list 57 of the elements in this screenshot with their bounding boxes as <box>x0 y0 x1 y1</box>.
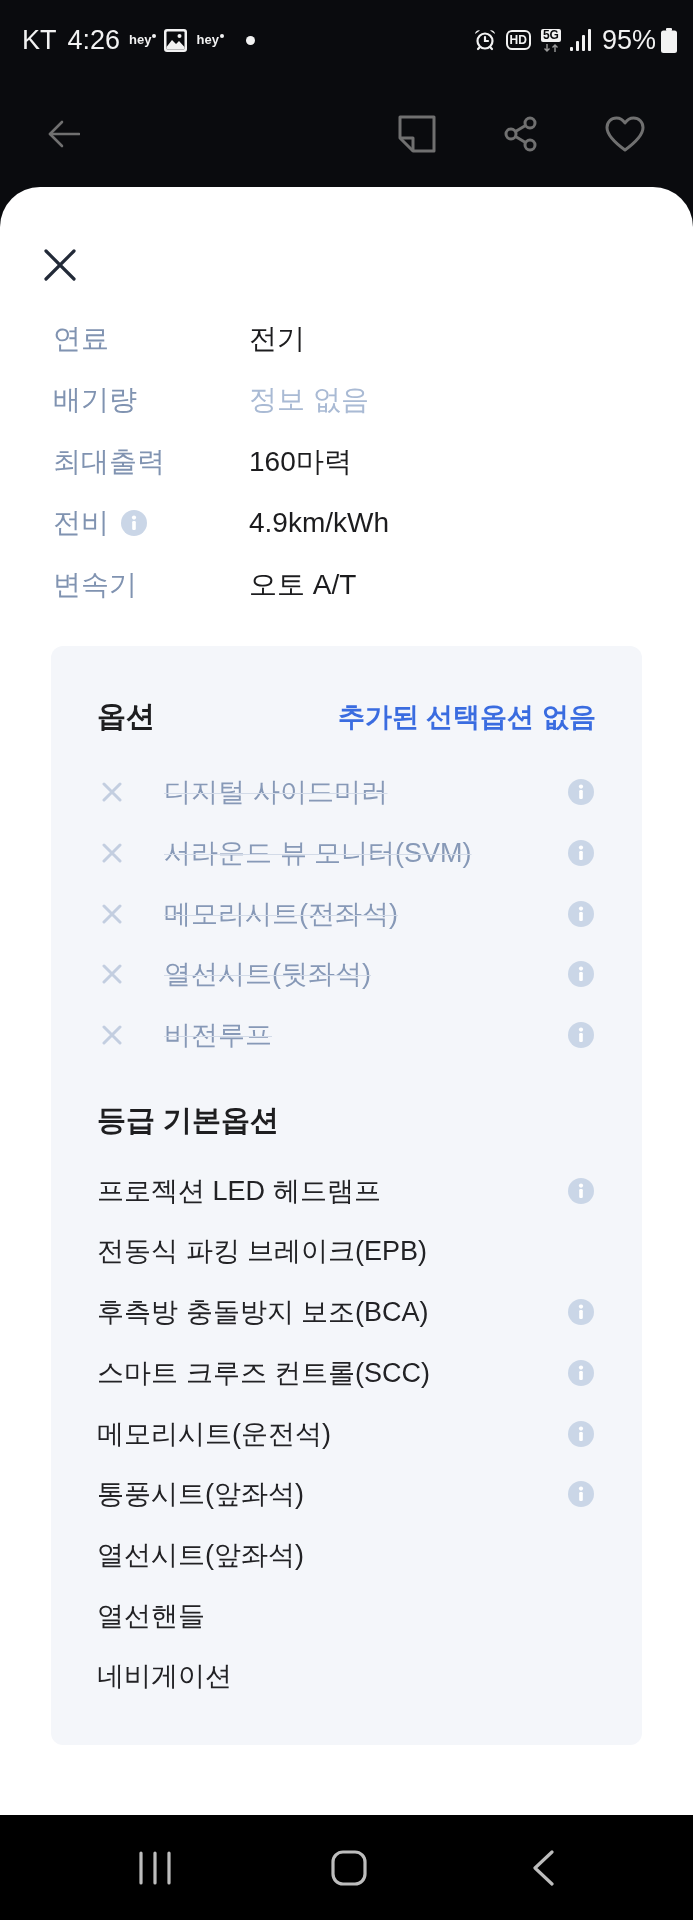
data-arrows-icon <box>541 43 560 52</box>
app-notification-logo: hey <box>129 32 157 48</box>
spec-label: 연료 <box>53 321 109 356</box>
info-icon[interactable] <box>568 1359 594 1386</box>
option-name: 메모리시트(전좌석) <box>164 897 398 931</box>
hd-call-indicator: HD <box>505 30 531 50</box>
battery-percent: 95% <box>601 24 656 56</box>
info-icon[interactable] <box>568 840 594 867</box>
share-icon <box>504 115 538 152</box>
info-icon[interactable] <box>568 1299 594 1326</box>
spec-label: 배기량 <box>53 383 137 418</box>
spec-label: 전비 <box>53 506 109 541</box>
option-name: 후측방 충돌방지 보조(BCA) <box>97 1296 429 1330</box>
info-icon[interactable] <box>568 1481 594 1508</box>
heart-icon <box>605 115 645 152</box>
spec-value: 오토 A/T <box>249 567 357 602</box>
notification-dot-icon <box>245 35 255 45</box>
note-icon <box>398 114 436 153</box>
options-summary: 추가된 선택옵션 없음 <box>338 701 596 734</box>
picture-icon <box>164 28 188 52</box>
option-name: 프로젝션 LED 헤드램프 <box>97 1174 381 1208</box>
spec-value: 4.9km/kWh <box>249 507 390 540</box>
close-icon <box>44 249 76 281</box>
info-icon[interactable] <box>568 1420 594 1447</box>
close-button[interactable] <box>42 247 78 283</box>
info-icon[interactable] <box>568 779 594 806</box>
spec-value: 전기 <box>249 321 305 356</box>
section-title: 옵션 <box>97 699 155 734</box>
option-name: 열선시트(앞좌석) <box>97 1538 304 1572</box>
signal-strength-icon <box>569 29 592 51</box>
option-name: 전동식 파킹 브레이크(EPB) <box>97 1235 427 1269</box>
spec-label: 변속기 <box>53 567 137 602</box>
battery-icon <box>661 27 677 53</box>
spec-value: 160마력 <box>249 444 352 479</box>
network-type-indicator: 5G <box>540 28 561 42</box>
info-icon[interactable] <box>568 1022 594 1049</box>
info-icon[interactable] <box>568 900 594 927</box>
chevron-left-icon <box>532 1849 554 1886</box>
status-carrier: KT <box>22 24 57 56</box>
arrow-left-icon <box>48 119 80 148</box>
option-name: 네비게이션 <box>97 1660 232 1694</box>
option-name: 열선시트(뒷좌석) <box>164 958 371 992</box>
option-name: 열선핸들 <box>97 1599 205 1633</box>
status-time: 4:26 <box>67 24 121 56</box>
spec-value: 정보 없음 <box>249 383 369 418</box>
home-icon <box>331 1849 367 1886</box>
option-name: 메모리시트(운전석) <box>97 1417 331 1451</box>
section-title: 등급 기본옵션 <box>97 1103 280 1139</box>
option-name: 통풍시트(앞좌석) <box>97 1478 304 1512</box>
info-icon[interactable] <box>121 510 147 537</box>
option-name: 스마트 크루즈 컨트롤(SCC) <box>97 1356 430 1390</box>
info-icon[interactable] <box>568 1177 594 1204</box>
recent-apps-icon <box>139 1850 171 1885</box>
spec-label: 최대출력 <box>53 444 165 479</box>
alarm-clock-icon <box>473 29 496 51</box>
app-notification-logo: hey <box>196 32 224 48</box>
info-icon[interactable] <box>568 961 594 988</box>
